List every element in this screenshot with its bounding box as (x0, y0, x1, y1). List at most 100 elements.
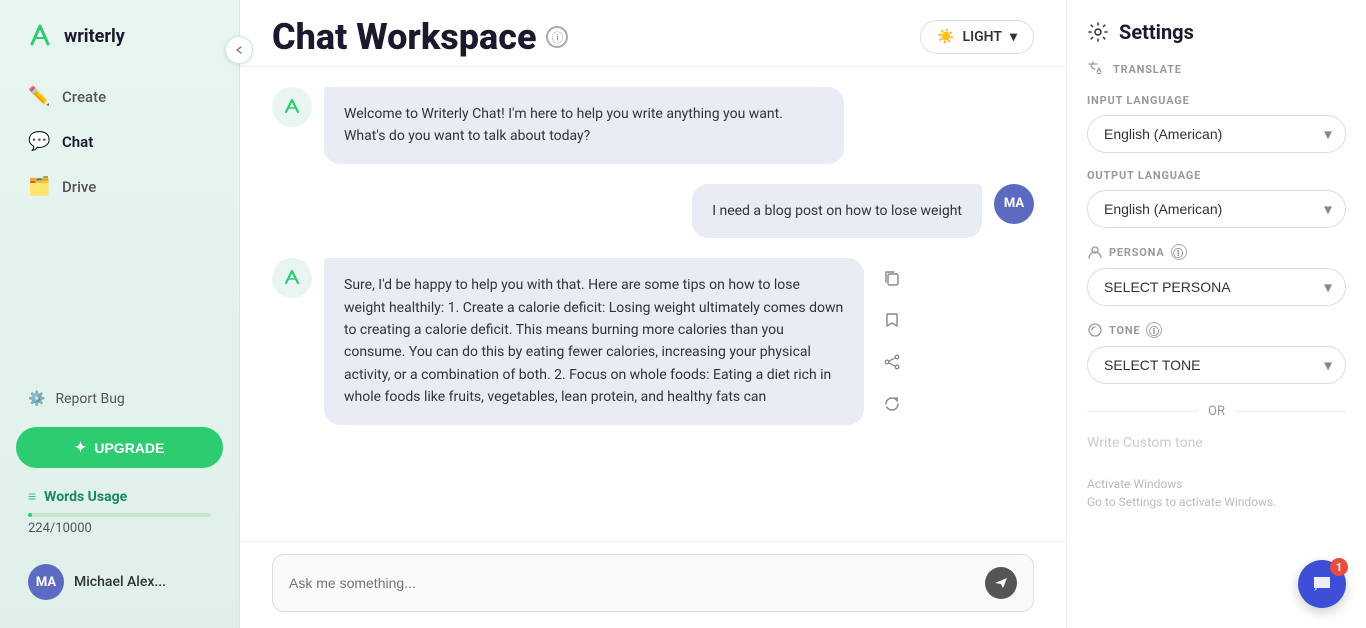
bot-avatar-1 (272, 87, 312, 127)
chat-notification-button[interactable]: 1 (1298, 560, 1346, 608)
activate-windows-text: Activate WindowsGo to Settings to activa… (1087, 475, 1346, 511)
nav-items: ✏️ Create 💬 Chat 🗂️ Drive (0, 76, 239, 207)
tone-select-wrapper: SELECT TONE (1087, 346, 1346, 384)
copy-icon-button[interactable] (876, 262, 908, 294)
input-language-label: INPUT LANGUAGE (1087, 94, 1346, 107)
tone-select[interactable]: SELECT TONE (1087, 346, 1346, 384)
create-icon: ✏️ (28, 86, 50, 107)
words-usage-section: ≡ Words Usage 224/10000 (16, 480, 223, 544)
chat-container: Welcome to Writerly Chat! I'm here to he… (240, 67, 1066, 541)
chat-input[interactable] (289, 575, 985, 591)
share-icon-button[interactable] (876, 346, 908, 378)
refresh-icon-button[interactable] (876, 388, 908, 420)
light-icon: ☀️ (937, 29, 954, 45)
activate-windows-section: Activate WindowsGo to Settings to activa… (1087, 475, 1346, 511)
or-section: OR (1087, 404, 1346, 419)
translate-icon (1087, 60, 1105, 78)
output-language-select-wrapper: English (American) English (British) Spa… (1087, 190, 1346, 228)
words-usage-icon: ≡ (28, 488, 36, 505)
logo-area: writerly (0, 20, 239, 76)
settings-title-text: Settings (1119, 20, 1194, 44)
tone-section: TONE ⓘ SELECT TONE (1087, 322, 1346, 384)
sidebar: writerly ✏️ Create 💬 Chat 🗂️ Drive ⚙️ Re… (0, 0, 240, 628)
chat-input-wrapper (272, 554, 1034, 612)
report-bug-label: Report Bug (55, 391, 124, 407)
tone-info-icon[interactable]: ⓘ (1146, 322, 1162, 338)
user-name: Michael Alex... (74, 574, 166, 590)
bookmark-icon-button[interactable] (876, 304, 908, 336)
sidebar-item-create-label: Create (62, 88, 106, 106)
persona-label-area: PERSONA ⓘ (1087, 244, 1346, 260)
persona-section: PERSONA ⓘ SELECT PERSONA (1087, 244, 1346, 306)
bot-message-text-1: Welcome to Writerly Chat! I'm here to he… (344, 106, 783, 144)
report-bug-button[interactable]: ⚙️ Report Bug (16, 383, 223, 415)
persona-info-icon[interactable]: ⓘ (1171, 244, 1187, 260)
bot-response-text: Sure, I'd be happy to help you with that… (344, 277, 843, 405)
notification-badge: 1 (1330, 558, 1348, 576)
main-header: Chat Workspace ⓘ ☀️ LIGHT ▾ (240, 0, 1066, 67)
input-language-section: INPUT LANGUAGE English (American) Englis… (1087, 94, 1346, 153)
translate-label: TRANSLATE (1113, 63, 1182, 76)
chat-input-area (240, 541, 1066, 628)
drive-icon: 🗂️ (28, 176, 50, 197)
logo-text: writerly (64, 26, 125, 47)
user-message-row: MA I need a blog post on how to lose wei… (272, 184, 1034, 238)
tone-label-area: TONE ⓘ (1087, 322, 1346, 338)
chat-icon: 💬 (28, 131, 50, 152)
theme-label: LIGHT (963, 29, 1002, 45)
collapse-sidebar-button[interactable] (225, 36, 253, 64)
action-icons (876, 258, 908, 420)
page-title-area: Chat Workspace ⓘ (272, 16, 568, 58)
tone-icon (1087, 322, 1103, 338)
bot-response-area: Sure, I'd be happy to help you with that… (272, 258, 1034, 424)
bug-icon: ⚙️ (28, 391, 45, 407)
upgrade-button[interactable]: ✦ UPGRADE (16, 427, 223, 468)
bot-message-bubble-1: Welcome to Writerly Chat! I'm here to he… (324, 87, 844, 164)
translate-section: TRANSLATE (1087, 60, 1346, 78)
user-message-text: I need a blog post on how to lose weight (712, 203, 962, 219)
settings-icon (1087, 21, 1109, 43)
input-language-select[interactable]: English (American) English (British) Spa… (1087, 115, 1346, 153)
upgrade-label: UPGRADE (94, 440, 164, 456)
chevron-down-icon: ▾ (1010, 29, 1017, 45)
output-language-section: OUTPUT LANGUAGE English (American) Engli… (1087, 169, 1346, 228)
logo-icon (24, 20, 56, 52)
or-line-right (1235, 411, 1346, 412)
sidebar-bottom: ⚙️ Report Bug ✦ UPGRADE ≡ Words Usage 22… (0, 383, 239, 608)
bot-avatar-2 (272, 258, 312, 298)
main-area: Chat Workspace ⓘ ☀️ LIGHT ▾ Welcome to W… (240, 0, 1066, 628)
sidebar-item-chat[interactable]: 💬 Chat (16, 121, 223, 162)
user-avatar-message: MA (994, 184, 1034, 224)
persona-select[interactable]: SELECT PERSONA (1087, 268, 1346, 306)
words-usage-label: ≡ Words Usage (28, 488, 211, 505)
sidebar-item-create[interactable]: ✏️ Create (16, 76, 223, 117)
persona-label-text: PERSONA (1109, 246, 1165, 259)
upgrade-icon: ✦ (75, 439, 87, 456)
title-info-icon[interactable]: ⓘ (546, 26, 568, 48)
words-usage-progress-fill (28, 513, 32, 517)
input-language-select-wrapper: English (American) English (British) Spa… (1087, 115, 1346, 153)
page-title: Chat Workspace (272, 16, 536, 58)
persona-icon (1087, 244, 1103, 260)
custom-tone-text[interactable]: Write Custom tone (1087, 435, 1346, 451)
chat-bubble-icon (1311, 573, 1333, 595)
or-line-left (1087, 411, 1198, 412)
bot-response-bubble: Sure, I'd be happy to help you with that… (324, 258, 864, 424)
sidebar-item-drive-label: Drive (62, 178, 96, 196)
output-language-select[interactable]: English (American) English (British) Spa… (1087, 190, 1346, 228)
output-language-label: OUTPUT LANGUAGE (1087, 169, 1346, 182)
user-area[interactable]: MA Michael Alex... (16, 556, 223, 608)
tone-label-text: TONE (1109, 324, 1140, 337)
persona-select-wrapper: SELECT PERSONA (1087, 268, 1346, 306)
bot-message-row-1: Welcome to Writerly Chat! I'm here to he… (272, 87, 1034, 164)
user-message-bubble: I need a blog post on how to lose weight (692, 184, 982, 238)
settings-sidebar: Settings TRANSLATE INPUT LANGUAGE Englis… (1066, 0, 1366, 628)
theme-toggle-button[interactable]: ☀️ LIGHT ▾ (920, 20, 1034, 54)
sidebar-item-drive[interactable]: 🗂️ Drive (16, 166, 223, 207)
words-usage-progress-track (28, 513, 211, 517)
send-button[interactable] (985, 567, 1017, 599)
or-label: OR (1208, 404, 1225, 419)
words-count: 224/10000 (28, 521, 211, 536)
settings-title: Settings (1087, 20, 1346, 44)
avatar: MA (28, 564, 64, 600)
